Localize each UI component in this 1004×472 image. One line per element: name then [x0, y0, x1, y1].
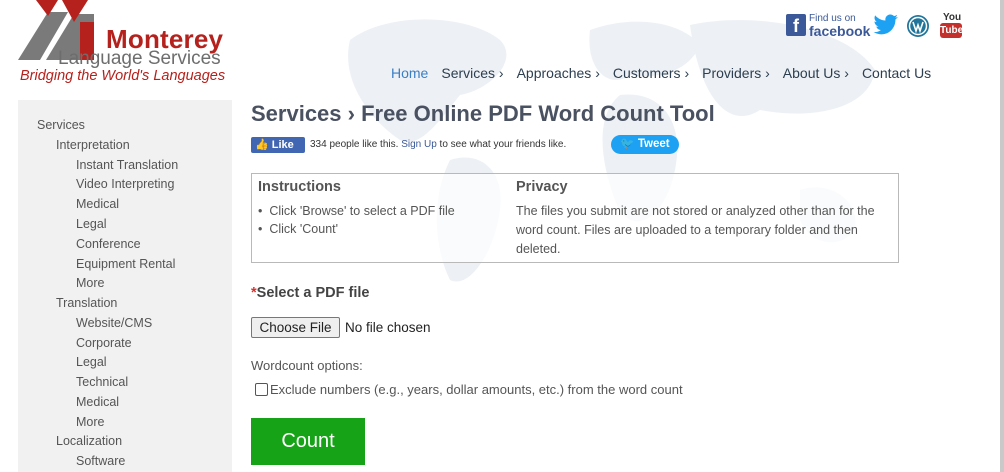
youtube-icon: Tube	[940, 23, 964, 38]
facebook-name-text: facebook	[809, 23, 871, 39]
no-file-text: No file chosen	[345, 320, 431, 335]
facebook-like-button[interactable]: 👍 Like	[251, 137, 305, 153]
instruction-item: • Click 'Browse' to select a PDF file	[258, 204, 455, 218]
nav-approaches[interactable]: Approaches ›	[517, 65, 600, 81]
sidebar-item-legal[interactable]: Legal	[76, 217, 107, 231]
logo-tagline: Bridging the World's Languages	[20, 68, 226, 84]
like-count-text: 334 people like this. Sign Up to see wha…	[310, 139, 566, 150]
sidebar-item-conference[interactable]: Conference	[76, 237, 141, 251]
privacy-heading: Privacy	[516, 179, 568, 195]
sidebar-item-localization[interactable]: Localization	[56, 434, 122, 448]
sidebar-item-medical-translation[interactable]: Medical	[76, 395, 119, 409]
sidebar-item-instant-translation[interactable]: Instant Translation	[76, 158, 178, 172]
sidebar-item-equipment-rental[interactable]: Equipment Rental	[76, 257, 175, 271]
wordpress-icon[interactable]	[906, 14, 930, 38]
youtube-link[interactable]: You Tube	[940, 12, 964, 40]
privacy-text: The files you submit are not stored or a…	[516, 204, 875, 256]
page-title: Services › Free Online PDF Word Count To…	[251, 101, 715, 126]
nav-contact-us[interactable]: Contact Us	[862, 65, 931, 81]
sidebar: Services Interpretation Instant Translat…	[18, 100, 232, 472]
facebook-link[interactable]: f Find us on facebook	[786, 13, 870, 40]
sidebar-item-medical[interactable]: Medical	[76, 197, 119, 211]
sidebar-item-website-cms[interactable]: Website/CMS	[76, 316, 152, 330]
twitter-icon[interactable]	[872, 12, 900, 38]
sidebar-item-services[interactable]: Services	[37, 118, 85, 132]
sidebar-item-corporate[interactable]: Corporate	[76, 336, 132, 350]
nav-services[interactable]: Services ›	[441, 65, 503, 81]
tweet-button[interactable]: 🐦 Tweet	[611, 135, 679, 154]
sidebar-item-more[interactable]: More	[76, 276, 104, 290]
twitter-bird-icon: 🐦	[620, 138, 635, 150]
window-edge	[1000, 0, 1004, 472]
sidebar-item-technical[interactable]: Technical	[76, 375, 128, 389]
main-nav: Home Services › Approaches › Customers ›…	[391, 65, 944, 81]
sidebar-item-translation[interactable]: Translation	[56, 296, 117, 310]
facebook-icon: f	[786, 14, 806, 36]
exclude-numbers-checkbox[interactable]	[255, 383, 268, 396]
choose-file-button[interactable]: Choose File	[251, 317, 340, 338]
nav-about-us[interactable]: About Us ›	[783, 65, 849, 81]
wordcount-options-label: Wordcount options:	[251, 358, 363, 373]
sidebar-item-video-interpreting[interactable]: Video Interpreting	[76, 177, 174, 191]
like-label: Like	[271, 139, 294, 151]
thumbs-up-icon: 👍	[255, 139, 269, 151]
signup-link[interactable]: Sign Up	[401, 139, 437, 150]
nav-customers[interactable]: Customers ›	[613, 65, 689, 81]
info-box: Instructions • Click 'Browse' to select …	[251, 173, 899, 263]
exclude-numbers-label[interactable]: Exclude numbers (e.g., years, dollar amo…	[270, 382, 683, 397]
sidebar-item-legal-translation[interactable]: Legal	[76, 355, 107, 369]
nav-providers[interactable]: Providers ›	[702, 65, 770, 81]
select-file-label: *Select a PDF file	[251, 285, 369, 301]
instructions-heading: Instructions	[258, 179, 341, 195]
tweet-label: Tweet	[637, 138, 670, 150]
nav-home[interactable]: Home	[391, 65, 428, 81]
logo-subtitle: Language Services	[58, 48, 221, 69]
sidebar-item-more-translation[interactable]: More	[76, 415, 104, 429]
like-count: 334 people like this.	[310, 139, 399, 150]
logo[interactable]: Monterey Language Services Bridging the …	[18, 0, 240, 90]
sidebar-item-software[interactable]: Software	[76, 454, 125, 468]
like-suffix: to see what your friends like.	[439, 139, 567, 150]
count-button[interactable]: Count	[251, 418, 365, 465]
instruction-item: • Click 'Count'	[258, 222, 339, 236]
sidebar-item-interpretation[interactable]: Interpretation	[56, 138, 130, 152]
select-file-text: Select a PDF file	[256, 285, 370, 301]
youtube-you-text: You	[943, 12, 962, 23]
